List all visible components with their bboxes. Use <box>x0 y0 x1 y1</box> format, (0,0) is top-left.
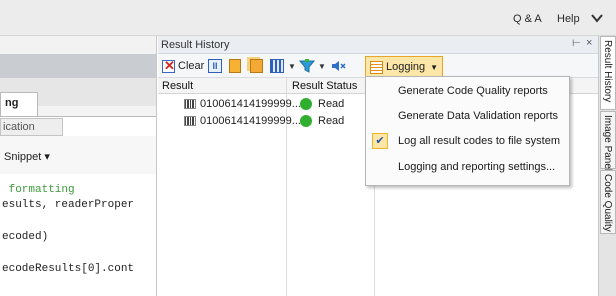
status-value: Read <box>318 115 345 127</box>
mute-button[interactable] <box>330 57 346 75</box>
clear-label: Clear <box>178 60 205 72</box>
speaker-mute-icon <box>332 61 346 71</box>
tab-inactive[interactable]: ication <box>0 118 63 136</box>
columns-dropdown[interactable]: ▼ <box>288 57 296 75</box>
snippet-toolbar: Snippet ▾ <box>0 136 156 175</box>
chevron-down-icon[interactable] <box>591 13 603 23</box>
tab-inactive-label: ication <box>3 121 35 133</box>
status-read-icon <box>300 98 312 110</box>
clear-x-icon: ✕ <box>162 57 175 73</box>
side-tab-label: Code Quality <box>602 174 613 232</box>
columns-button[interactable] <box>270 57 284 75</box>
logging-label: Logging <box>386 61 426 73</box>
result-value: 010061414199999... <box>200 98 301 110</box>
side-tab-label: Image Panel <box>602 115 613 172</box>
side-tab-image-panel[interactable]: Image Panel <box>600 111 616 172</box>
menu-item-label: Generate Code Quality reports <box>398 85 548 97</box>
tab-active-label: ng <box>5 97 19 109</box>
qa-menu[interactable]: Q & A <box>513 13 542 25</box>
code-line-1: formatting <box>2 184 75 196</box>
pause-icon: II <box>208 59 222 73</box>
clear-button[interactable]: ✕ Clear <box>162 57 204 75</box>
copy-button[interactable] <box>250 57 263 75</box>
logging-menu: Generate Code Quality reports Generate D… <box>365 76 570 186</box>
result-value: 010061414199999... <box>200 115 301 127</box>
panel-title: Result History <box>161 39 230 51</box>
menu-item-label: Logging and reporting settings... <box>398 161 556 173</box>
column-header-status[interactable]: Result Status <box>292 80 357 92</box>
code-line-2: esults, readerProper <box>2 199 135 211</box>
barcode-icon <box>184 99 196 109</box>
editor-pane: ng ication Snippet ▾ formatting esults, … <box>0 36 157 296</box>
side-tab-code-quality[interactable]: Code Quality <box>600 170 616 234</box>
snippet-dropdown[interactable]: Snippet ▾ <box>4 150 50 163</box>
table-row[interactable]: 010061414199999... Read <box>158 113 373 130</box>
dropdown-arrow-icon: ▼ <box>318 61 326 71</box>
status-read-icon <box>300 115 312 127</box>
status-value: Read <box>318 98 345 110</box>
side-tab-result-history[interactable]: Result History <box>600 36 616 110</box>
panel-title-bar: Result History ⊢ × <box>158 36 598 54</box>
menu-item-code-quality[interactable]: Generate Code Quality reports <box>367 80 568 102</box>
help-menu[interactable]: Help <box>557 13 580 25</box>
side-tab-label: Result History <box>602 40 613 103</box>
columns-icon <box>270 59 284 73</box>
menu-item-label: Log all result codes to file system <box>398 135 561 147</box>
tab-active[interactable]: ng <box>0 92 38 116</box>
table-row[interactable]: 010061414199999... Read <box>158 96 373 113</box>
code-editor[interactable]: formatting esults, readerProper ecoded) … <box>0 174 156 296</box>
close-icon[interactable]: × <box>586 37 592 49</box>
log-list-icon <box>370 60 383 74</box>
pin-icon[interactable]: ⊢ <box>572 38 581 49</box>
dropdown-arrow-icon: ▼ <box>288 61 296 71</box>
document-icon <box>229 59 241 73</box>
menu-item-label: Generate Data Validation reports <box>398 110 558 122</box>
pause-button[interactable]: II <box>208 57 222 75</box>
export-button[interactable] <box>229 57 241 75</box>
filter-icon <box>299 59 315 73</box>
side-tab-strip: Result History Image Panel Code Quality <box>598 36 616 296</box>
column-header-result[interactable]: Result <box>162 80 193 92</box>
editor-title-bar <box>0 54 156 78</box>
checkmark-icon: ✔ <box>372 133 388 149</box>
top-menu-bar: Q & A Help <box>0 0 616 36</box>
dropdown-arrow-icon: ▼ <box>430 62 439 72</box>
editor-header-strip <box>0 36 156 54</box>
menu-item-data-validation[interactable]: Generate Data Validation reports <box>367 105 568 127</box>
logging-button[interactable]: Logging ▼ <box>365 56 444 78</box>
barcode-icon <box>184 116 196 126</box>
code-line-3: ecoded) <box>2 231 49 243</box>
code-line-4: ecodeResults[0].cont <box>2 263 135 275</box>
copy-icon <box>250 59 263 73</box>
result-toolbar: ✕ Clear II ▼ ▼ Logging ▼ <box>158 54 598 78</box>
filter-dropdown[interactable]: ▼ <box>318 57 326 75</box>
menu-item-log-all[interactable]: ✔ Log all result codes to file system <box>367 130 568 152</box>
filter-button[interactable] <box>299 57 315 75</box>
menu-item-settings[interactable]: Logging and reporting settings... <box>367 156 568 178</box>
